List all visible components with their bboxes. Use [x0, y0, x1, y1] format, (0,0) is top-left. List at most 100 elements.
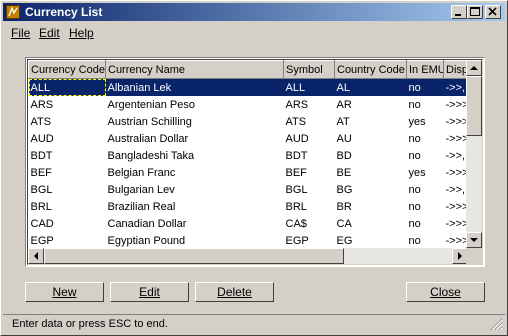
vertical-scrollbar[interactable]	[466, 60, 482, 248]
table-row[interactable]: EGP Egyptian Pound EGP EG no ->>>	[29, 232, 469, 248]
cell-country-code[interactable]: AR	[335, 96, 407, 113]
cell-display[interactable]: ->>>	[444, 130, 469, 147]
cell-display[interactable]: ->>>	[444, 232, 469, 248]
table-row[interactable]: BDT Bangladeshi Taka BDT BD no ->>,	[29, 147, 469, 164]
cell-in-emu[interactable]: no	[407, 147, 444, 164]
cell-currency-name[interactable]: Bulgarian Lev	[106, 181, 284, 198]
cell-in-emu[interactable]: no	[407, 215, 444, 232]
column-header-in-emu[interactable]: In EMU	[406, 60, 444, 79]
grid-viewport[interactable]: Currency Code Currency Name Symbol Count…	[28, 60, 468, 248]
cell-country-code[interactable]: AT	[335, 113, 407, 130]
column-header-currency-name[interactable]: Currency Name	[105, 60, 284, 79]
cell-display[interactable]: ->>>	[444, 164, 469, 181]
menu-help[interactable]: Help	[69, 26, 94, 40]
cell-currency-code[interactable]: BEF	[29, 164, 106, 181]
column-header-symbol[interactable]: Symbol	[283, 60, 335, 79]
cell-currency-code[interactable]: EGP	[29, 232, 106, 248]
cell-in-emu[interactable]: no	[407, 198, 444, 215]
scroll-up-button[interactable]	[466, 60, 482, 76]
cell-in-emu[interactable]: no	[407, 130, 444, 147]
title-bar[interactable]: Currency List	[3, 3, 505, 21]
table-row[interactable]: AUD Australian Dollar AUD AU no ->>>	[29, 130, 469, 147]
cell-display[interactable]: ->>,	[444, 181, 469, 198]
cell-symbol[interactable]: EGP	[284, 232, 335, 248]
table-row[interactable]: BEF Belgian Franc BEF BE yes ->>>	[29, 164, 469, 181]
currency-list-window: Currency List File Edit Help Currency Co…	[0, 0, 508, 336]
cell-display[interactable]: ->>>	[444, 198, 469, 215]
column-header-country-code[interactable]: Country Code	[334, 60, 407, 79]
table-row[interactable]: ATS Austrian Schilling ATS AT yes ->>>	[29, 113, 469, 130]
cell-currency-name[interactable]: Canadian Dollar	[106, 215, 284, 232]
cell-symbol[interactable]: BDT	[284, 147, 335, 164]
cell-in-emu[interactable]: yes	[407, 164, 444, 181]
window-title: Currency List	[25, 5, 103, 19]
scroll-left-button[interactable]	[28, 248, 44, 264]
close-window-button[interactable]	[485, 5, 501, 19]
cell-currency-code[interactable]: AUD	[29, 130, 106, 147]
cell-symbol[interactable]: BGL	[284, 181, 335, 198]
table-row[interactable]: ALL Albanian Lek ALL AL no ->>,	[28, 78, 468, 96]
close-button[interactable]: Close	[406, 282, 485, 302]
horizontal-scrollbar[interactable]	[28, 248, 468, 264]
table-row[interactable]: BRL Brazilian Real BRL BR no ->>>	[29, 198, 469, 215]
cell-currency-name[interactable]: Egyptian Pound	[106, 232, 284, 248]
new-button[interactable]: New	[25, 282, 104, 302]
cell-symbol[interactable]: BRL	[284, 198, 335, 215]
cell-currency-name[interactable]: Bangladeshi Taka	[106, 147, 284, 164]
cell-symbol[interactable]: ALL	[283, 78, 335, 96]
cell-currency-code[interactable]: BGL	[29, 181, 106, 198]
maximize-button[interactable]	[467, 5, 483, 19]
currency-grid[interactable]: Currency Code Currency Name Symbol Count…	[25, 57, 485, 267]
scroll-down-button[interactable]	[466, 232, 482, 248]
cell-symbol[interactable]: CA$	[284, 215, 335, 232]
cell-in-emu[interactable]: no	[406, 78, 444, 96]
vertical-scroll-thumb[interactable]	[466, 76, 482, 136]
cell-display[interactable]: ->>>	[444, 96, 469, 113]
edit-button[interactable]: Edit	[110, 282, 189, 302]
cell-country-code[interactable]: BD	[335, 147, 407, 164]
cell-currency-code[interactable]: BRL	[29, 198, 106, 215]
cell-country-code[interactable]: EG	[335, 232, 407, 248]
cell-currency-name[interactable]: Austrian Schilling	[106, 113, 284, 130]
table-row[interactable]: CAD Canadian Dollar CA$ CA no ->>>	[29, 215, 469, 232]
cell-currency-name[interactable]: Argentenian Peso	[106, 96, 284, 113]
menu-edit[interactable]: Edit	[39, 26, 60, 40]
cell-symbol[interactable]: AUD	[284, 130, 335, 147]
column-header-display[interactable]: Displa	[443, 60, 468, 79]
cell-symbol[interactable]: ATS	[284, 113, 335, 130]
cell-currency-name[interactable]: Brazilian Real	[106, 198, 284, 215]
cell-currency-code[interactable]: ATS	[29, 113, 106, 130]
cell-display[interactable]: ->>>	[444, 215, 469, 232]
cell-currency-name[interactable]: Australian Dollar	[106, 130, 284, 147]
cell-currency-name[interactable]: Belgian Franc	[106, 164, 284, 181]
menu-file[interactable]: File	[11, 26, 30, 40]
cell-currency-code[interactable]: BDT	[29, 147, 106, 164]
cell-symbol[interactable]: BEF	[284, 164, 335, 181]
cell-country-code[interactable]: CA	[335, 215, 407, 232]
cell-in-emu[interactable]: no	[407, 232, 444, 248]
currency-app-icon[interactable]	[6, 5, 20, 19]
cell-display[interactable]: ->>>	[444, 113, 469, 130]
cell-currency-name[interactable]: Albanian Lek	[105, 78, 284, 96]
cell-currency-code[interactable]: ALL	[28, 78, 106, 96]
resize-grip-icon[interactable]	[489, 317, 503, 331]
cell-symbol[interactable]: ARS	[284, 96, 335, 113]
delete-button[interactable]: Delete	[195, 282, 274, 302]
cell-currency-code[interactable]: CAD	[29, 215, 106, 232]
table-row[interactable]: BGL Bulgarian Lev BGL BG no ->>,	[29, 181, 469, 198]
cell-in-emu[interactable]: no	[407, 181, 444, 198]
cell-currency-code[interactable]: ARS	[29, 96, 106, 113]
minimize-button[interactable]	[451, 5, 467, 19]
cell-country-code[interactable]: AU	[335, 130, 407, 147]
cell-in-emu[interactable]: yes	[407, 113, 444, 130]
table-row[interactable]: ARS Argentenian Peso ARS AR no ->>>	[29, 96, 469, 113]
horizontal-scroll-thumb[interactable]	[44, 248, 344, 264]
cell-display[interactable]: ->>,	[444, 147, 469, 164]
cell-in-emu[interactable]: no	[407, 96, 444, 113]
cell-country-code[interactable]: BG	[335, 181, 407, 198]
cell-country-code[interactable]: BR	[335, 198, 407, 215]
cell-country-code[interactable]: AL	[334, 78, 407, 96]
cell-country-code[interactable]: BE	[335, 164, 407, 181]
column-header-currency-code[interactable]: Currency Code	[28, 60, 106, 79]
cell-display[interactable]: ->>,	[443, 78, 468, 96]
